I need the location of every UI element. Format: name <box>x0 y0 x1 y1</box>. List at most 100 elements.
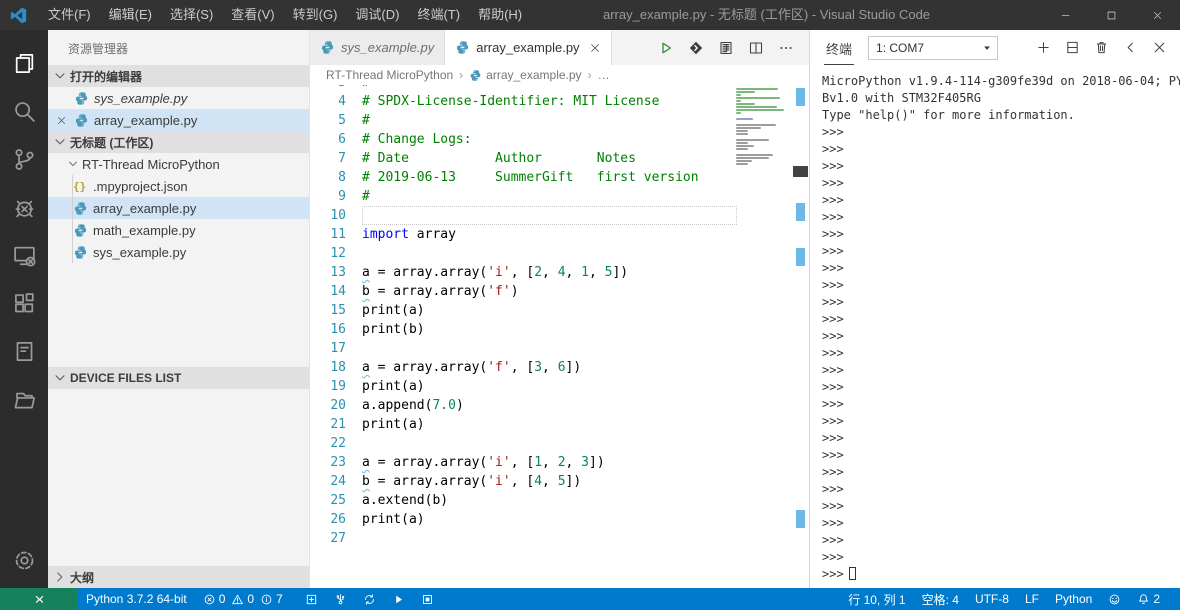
line-number[interactable]: 3 <box>310 85 362 92</box>
menu-item[interactable]: 转到(G) <box>284 0 347 30</box>
section-device-files[interactable]: DEVICE FILES LIST <box>48 367 309 389</box>
line-number[interactable]: 15 <box>310 301 362 320</box>
chip-file-icon[interactable] <box>711 30 741 65</box>
tab-label: sys_example.py <box>341 40 435 55</box>
python-interpreter[interactable]: Python 3.7.2 64-bit <box>78 588 195 610</box>
close-button[interactable] <box>1134 0 1180 30</box>
line-number[interactable]: 11 <box>310 225 362 244</box>
line-number[interactable]: 7 <box>310 149 362 168</box>
stop-button[interactable] <box>413 588 442 610</box>
minimap[interactable] <box>736 88 790 169</box>
line-number[interactable]: 20 <box>310 396 362 415</box>
terminal-selector[interactable]: 1: COM7 <box>868 35 999 60</box>
line-number[interactable]: 22 <box>310 434 362 453</box>
extensions-icon[interactable] <box>0 279 48 327</box>
line-number[interactable]: 27 <box>310 529 362 548</box>
download-device-icon[interactable] <box>681 30 711 65</box>
breadcrumb-item[interactable]: array_example.py <box>486 68 581 82</box>
terminal-output[interactable]: MicroPython v1.9.4-114-g309fe39d on 2018… <box>810 65 1180 588</box>
line-number[interactable]: 16 <box>310 320 362 339</box>
split-terminal-icon[interactable] <box>1058 30 1087 65</box>
tab-array_example.py[interactable]: array_example.py <box>445 30 612 65</box>
line-number[interactable]: 10 <box>310 206 362 225</box>
line-number[interactable]: 14 <box>310 282 362 301</box>
line-number[interactable]: 9 <box>310 187 362 206</box>
menu-item[interactable]: 终端(T) <box>408 0 469 30</box>
section-outline[interactable]: 大纲 <box>48 566 309 588</box>
feedback-smiley[interactable] <box>1100 588 1129 610</box>
tab-terminal[interactable]: 终端 <box>824 31 855 65</box>
folder-opened-icon[interactable] <box>0 375 48 423</box>
explorer-icon[interactable] <box>0 39 48 87</box>
menu-item[interactable]: 查看(V) <box>222 0 283 30</box>
indentation[interactable]: 空格: 4 <box>914 588 967 610</box>
line-number[interactable]: 4 <box>310 92 362 111</box>
line-number[interactable]: 18 <box>310 358 362 377</box>
language-mode[interactable]: Python <box>1047 588 1100 610</box>
more-actions-icon[interactable] <box>771 30 801 65</box>
line-number[interactable]: 17 <box>310 339 362 358</box>
tree-folder-rt-thread[interactable]: RT-Thread MicroPython <box>48 153 309 175</box>
encoding[interactable]: UTF-8 <box>967 588 1017 610</box>
search-icon[interactable] <box>0 87 48 135</box>
breadcrumb-item[interactable]: … <box>598 68 610 82</box>
cursor-position[interactable]: 行 10, 列 1 <box>840 588 913 610</box>
connect-device-button[interactable] <box>326 588 355 610</box>
breadcrumb-item[interactable]: RT-Thread MicroPython <box>326 68 453 82</box>
tab-bar: sys_example.py array_example.py <box>310 30 809 65</box>
line-number[interactable]: 19 <box>310 377 362 396</box>
maximize-button[interactable] <box>1088 0 1134 30</box>
close-icon[interactable] <box>48 115 74 126</box>
line-number[interactable]: 25 <box>310 491 362 510</box>
menu-item[interactable]: 文件(F) <box>39 0 100 30</box>
overview-ruler[interactable] <box>792 85 809 588</box>
notebook-icon[interactable] <box>0 327 48 375</box>
line-number[interactable]: 21 <box>310 415 362 434</box>
section-workspace[interactable]: 无标题 (工作区) <box>48 131 309 153</box>
open-editor-item[interactable]: array_example.py <box>48 109 309 131</box>
gear-icon[interactable] <box>0 536 48 584</box>
kill-terminal-icon[interactable] <box>1087 30 1116 65</box>
minimize-button[interactable] <box>1042 0 1088 30</box>
tree-file-item[interactable]: sys_example.py <box>48 241 309 263</box>
line-number[interactable]: 8 <box>310 168 362 187</box>
tree-file-item[interactable]: math_example.py <box>48 219 309 241</box>
minimap-line <box>736 139 770 141</box>
notifications-bell[interactable]: 2 <box>1129 588 1174 610</box>
eol[interactable]: LF <box>1017 588 1047 610</box>
new-project-button[interactable] <box>297 588 326 610</box>
comment-token: # Change Logs: <box>362 132 472 147</box>
add-terminal-icon[interactable] <box>1029 30 1058 65</box>
menu-item[interactable]: 调试(D) <box>346 0 408 30</box>
chevron-left-icon[interactable] <box>1116 30 1145 65</box>
menu-item[interactable]: 编辑(E) <box>100 0 161 30</box>
code-line: 23 a = array.array('i', [1, 2, 3]) <box>310 453 809 472</box>
split-editor-icon[interactable] <box>741 30 771 65</box>
close-panel-icon[interactable] <box>1145 30 1174 65</box>
line-number[interactable]: 26 <box>310 510 362 529</box>
open-editor-item[interactable]: sys_example.py <box>48 87 309 109</box>
sync-button[interactable] <box>355 588 384 610</box>
line-number[interactable]: 6 <box>310 130 362 149</box>
remote-icon[interactable] <box>0 231 48 279</box>
run-button[interactable] <box>384 588 413 610</box>
section-open-editors[interactable]: 打开的编辑器 <box>48 65 309 87</box>
line-number[interactable]: 12 <box>310 244 362 263</box>
line-number[interactable]: 13 <box>310 263 362 282</box>
code-editor[interactable]: 3#4# SPDX-License-Identifier: MIT Licens… <box>310 85 809 588</box>
scrollbar-handle[interactable] <box>793 166 808 177</box>
tree-file-item[interactable]: array_example.py <box>48 197 309 219</box>
remote-indicator[interactable] <box>0 588 78 610</box>
line-number[interactable]: 24 <box>310 472 362 491</box>
close-icon[interactable] <box>589 42 601 54</box>
menu-item[interactable]: 选择(S) <box>161 0 222 30</box>
line-number[interactable]: 23 <box>310 453 362 472</box>
source-control-icon[interactable] <box>0 135 48 183</box>
tree-file-item[interactable]: {} .mpyproject.json <box>48 175 309 197</box>
problems[interactable]: 0 0 7 <box>195 588 297 610</box>
tab-sys_example.py[interactable]: sys_example.py <box>310 30 446 65</box>
run-icon[interactable] <box>651 30 681 65</box>
line-number[interactable]: 5 <box>310 111 362 130</box>
debug-icon[interactable] <box>0 183 48 231</box>
menu-item[interactable]: 帮助(H) <box>469 0 531 30</box>
